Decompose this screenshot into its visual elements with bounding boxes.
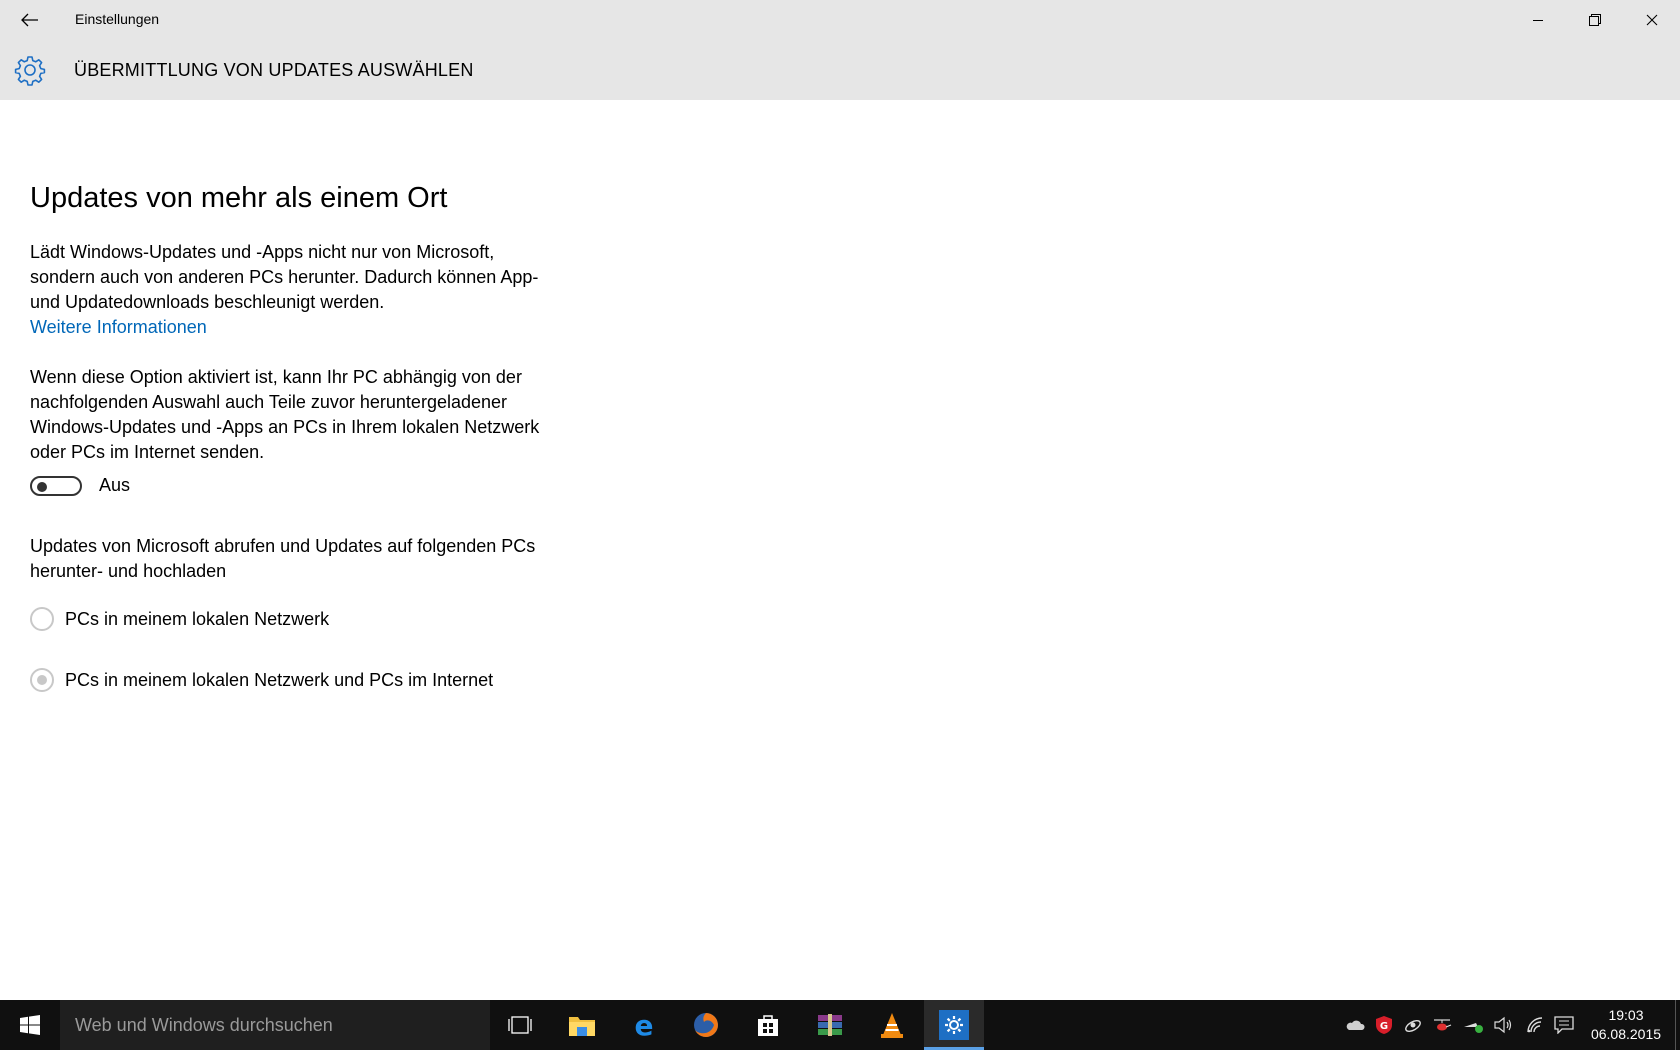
radio-group-description: Updates von Microsoft abrufen und Update… — [30, 534, 570, 584]
vlc-icon — [881, 1013, 903, 1038]
radio-button[interactable] — [30, 607, 54, 631]
task-view-icon — [508, 1016, 532, 1034]
radio-option-local-and-internet[interactable]: PCs in meinem lokalen Netzwerk und PCs i… — [30, 668, 493, 692]
firefox-icon — [694, 1013, 718, 1037]
radio-option-local-network[interactable]: PCs in meinem lokalen Netzwerk — [30, 607, 329, 631]
task-view-button[interactable] — [490, 1000, 550, 1050]
description-text: Lädt Windows-Updates und -Apps nicht nur… — [30, 240, 570, 315]
taskbar: Web und Windows durchsuchen e G 19:03 06… — [0, 1000, 1680, 1050]
toggle-state-label: Aus — [99, 475, 131, 495]
close-button[interactable] — [1623, 0, 1680, 40]
back-button[interactable] — [14, 6, 46, 34]
store-button[interactable] — [738, 1000, 798, 1050]
svg-text:G: G — [1380, 1021, 1388, 1032]
svg-text:e: e — [635, 1012, 654, 1038]
clock-time: 19:03 — [1608, 1007, 1644, 1023]
gdata-shield-icon: G — [1376, 1016, 1392, 1034]
description-line: sondern auch von anderen PCs herunter. D… — [30, 267, 539, 287]
search-box[interactable]: Web und Windows durchsuchen — [60, 1000, 490, 1050]
minimize-icon — [1532, 20, 1543, 21]
onedrive-icon — [1346, 1020, 1365, 1030]
vlc-button[interactable] — [862, 1000, 922, 1050]
option-line: nachfolgenden Auswahl auch Teile zuvor h… — [30, 392, 508, 412]
gdata-tray[interactable]: G — [1371, 1000, 1397, 1050]
volume-tray[interactable] — [1490, 1000, 1516, 1050]
action-center-tray[interactable] — [1551, 1000, 1577, 1050]
title-bar: Einstellungen — [0, 0, 1680, 40]
edge-button[interactable]: e — [614, 1000, 674, 1050]
option-line: oder PCs im Internet senden. — [30, 442, 265, 462]
wifi-tray[interactable] — [1522, 1000, 1548, 1050]
start-button[interactable] — [0, 1000, 60, 1050]
network-status-tray[interactable] — [1460, 1000, 1486, 1050]
section-heading: Updates von mehr als einem Ort — [30, 182, 448, 214]
description-line: Lädt Windows-Updates und -Apps nicht nur… — [30, 242, 495, 262]
arrow-left-icon — [21, 13, 38, 27]
radio-group-line: herunter- und hochladen — [30, 561, 227, 581]
window-title: Einstellungen — [75, 11, 160, 27]
radio-group-line: Updates von Microsoft abrufen und Update… — [30, 536, 536, 556]
onedrive-tray[interactable] — [1342, 1000, 1368, 1050]
restore-icon — [1588, 14, 1601, 26]
volume-icon — [1494, 1016, 1512, 1034]
action-center-icon — [1554, 1016, 1574, 1034]
firefox-button[interactable] — [676, 1000, 736, 1050]
radio-button[interactable] — [30, 668, 54, 692]
winrar-icon — [818, 1014, 842, 1036]
minimize-button[interactable] — [1509, 0, 1566, 40]
option-line: Windows-Updates und -Apps an PCs in Ihre… — [30, 417, 540, 437]
option-line: Wenn diese Option aktiviert ist, kann Ih… — [30, 367, 522, 387]
satellite-tray[interactable] — [1400, 1000, 1426, 1050]
option-description: Wenn diese Option aktiviert ist, kann Ih… — [30, 365, 570, 465]
restore-button[interactable] — [1566, 0, 1623, 40]
clock[interactable]: 19:03 06.08.2015 — [1586, 1006, 1666, 1044]
page-header: ÜBERMITTLUNG VON UPDATES AUSWÄHLEN — [0, 40, 1680, 100]
gear-icon — [14, 56, 46, 86]
file-explorer-icon — [569, 1017, 595, 1036]
radio-label: PCs in meinem lokalen Netzwerk und PCs i… — [65, 669, 494, 690]
toggle-knob — [37, 481, 47, 492]
edge-icon: e — [635, 1012, 654, 1038]
clock-date: 06.08.2015 — [1590, 1026, 1662, 1042]
close-icon — [1646, 14, 1657, 26]
page-title: ÜBERMITTLUNG VON UPDATES AUSWÄHLEN — [74, 60, 474, 80]
wifi-icon — [1527, 1017, 1543, 1033]
store-icon — [758, 1015, 778, 1036]
settings-content: Updates von mehr als einem Ort Lädt Wind… — [30, 178, 570, 692]
windows-logo-icon — [20, 1015, 40, 1035]
winrar-button[interactable] — [800, 1000, 860, 1050]
description-line: und Updatedownloads beschleunigt werden. — [30, 292, 385, 312]
toggle-row: Aus — [30, 475, 130, 496]
helicopter-icon — [1434, 1019, 1452, 1031]
network-status-icon — [1464, 1023, 1483, 1033]
more-info-link[interactable]: Weitere Informationen — [30, 315, 207, 340]
file-explorer-button[interactable] — [552, 1000, 612, 1050]
helicopter-tray[interactable] — [1429, 1000, 1455, 1050]
settings-taskbar-button[interactable] — [924, 1000, 984, 1050]
settings-icon — [939, 1010, 969, 1040]
satellite-icon — [1405, 1020, 1421, 1032]
show-desktop-button[interactable] — [1675, 1000, 1680, 1050]
delivery-toggle-switch[interactable] — [30, 475, 82, 496]
radio-label: PCs in meinem lokalen Netzwerk — [65, 608, 330, 629]
